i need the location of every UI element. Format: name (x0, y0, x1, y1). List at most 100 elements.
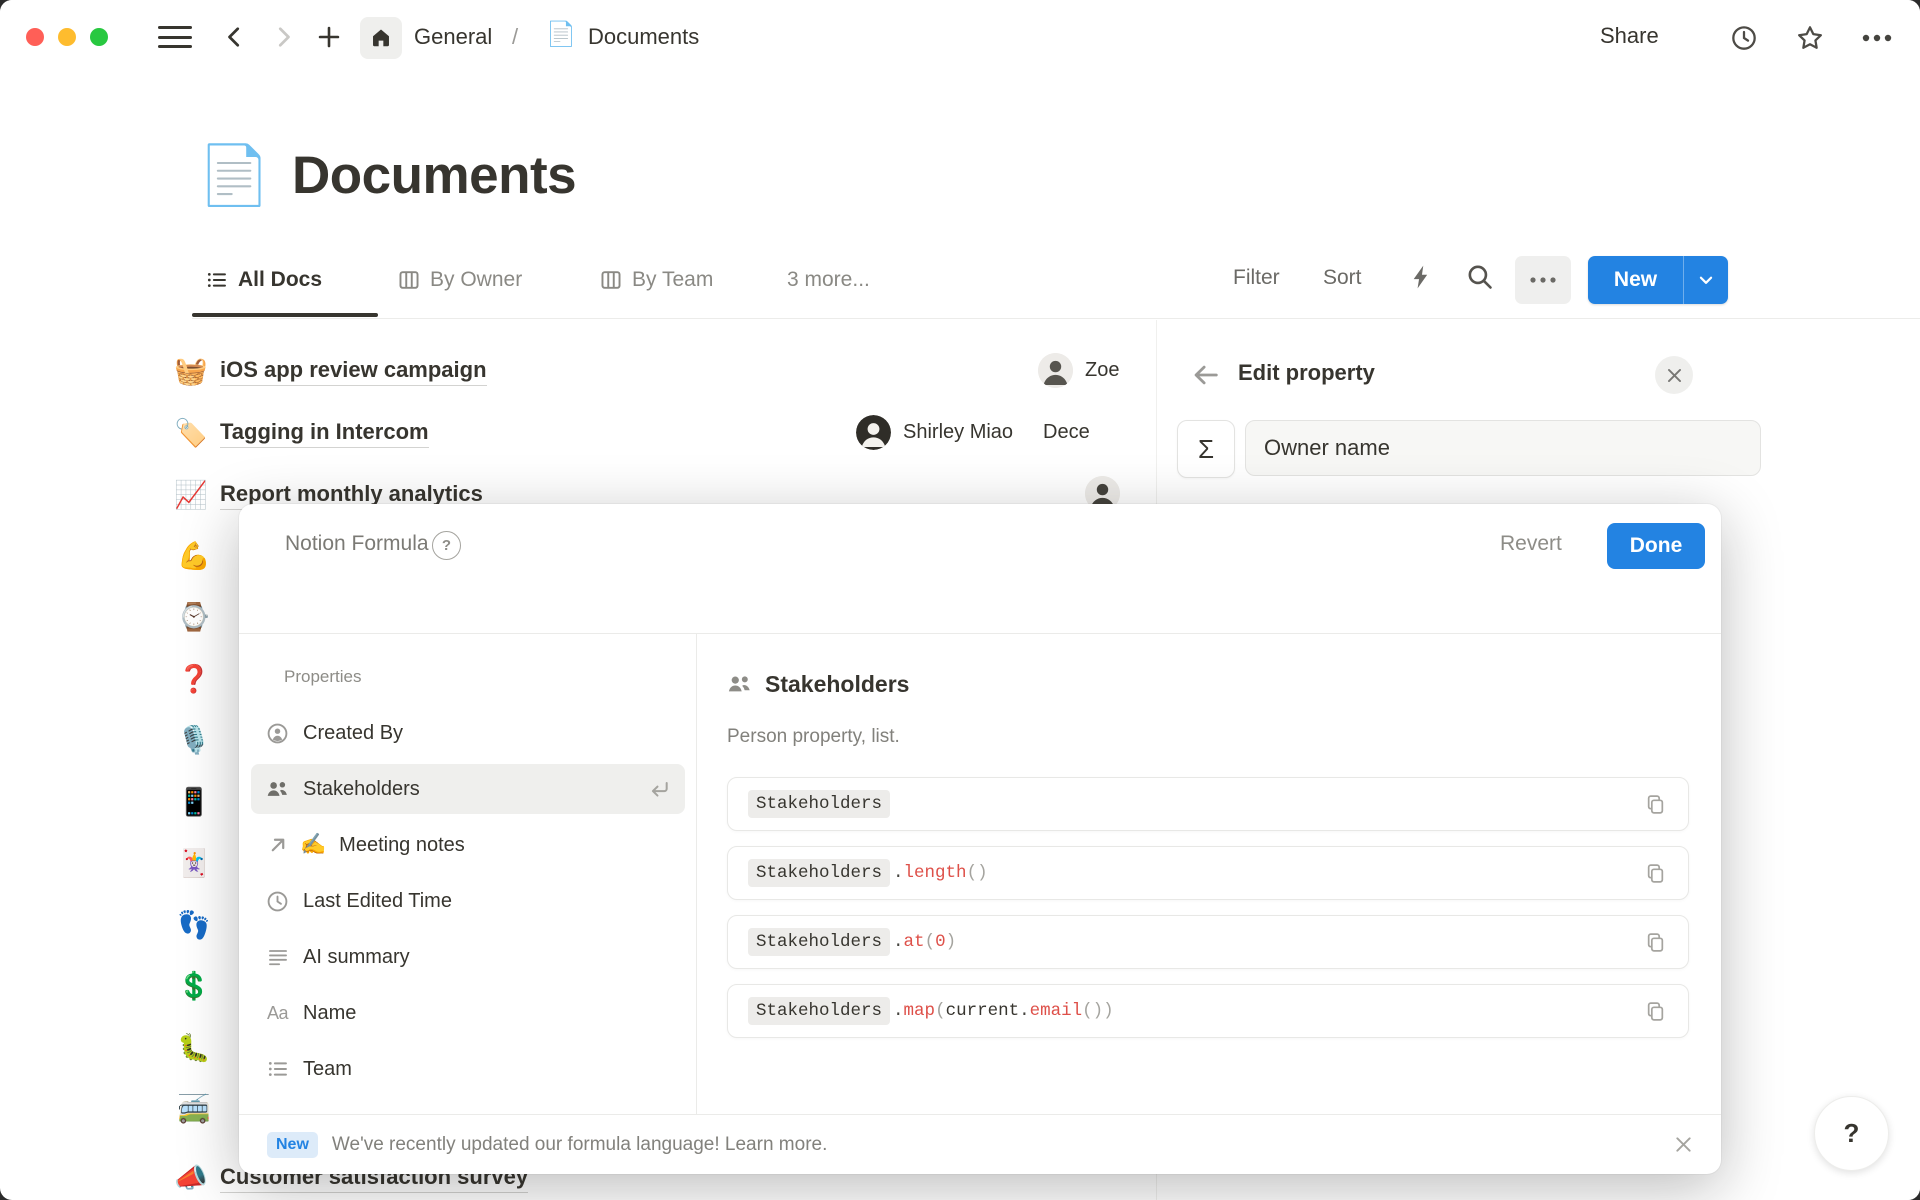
active-tab-underline (192, 313, 378, 317)
formula-example[interactable]: Stakeholders.map(current.email()) (727, 984, 1689, 1038)
formula-example[interactable]: Stakeholders.at(0) (727, 915, 1689, 969)
page-title[interactable]: Documents (292, 145, 576, 206)
more-options-icon[interactable] (1862, 34, 1892, 42)
formula-example[interactable]: Stakeholders (727, 777, 1689, 831)
property-label: Name (303, 1002, 356, 1025)
people-icon (265, 778, 290, 801)
formula-update-banner: New We've recently updated our formula l… (239, 1114, 1721, 1174)
home-icon[interactable] (360, 17, 402, 59)
traffic-light-zoom[interactable] (90, 28, 108, 46)
tab-all-docs[interactable]: All Docs (206, 268, 322, 292)
view-settings-ellipsis-icon[interactable] (1515, 256, 1571, 304)
forward-icon[interactable] (272, 24, 296, 50)
bullet-list-icon (265, 1058, 290, 1080)
property-type-sigma-button[interactable]: Σ (1177, 420, 1235, 478)
banner-message[interactable]: We've recently updated our formula langu… (332, 1134, 827, 1156)
detail-description: Person property, list. (727, 726, 900, 748)
property-item-stakeholders[interactable]: Stakeholders (251, 764, 685, 814)
person-circle-icon (265, 722, 290, 745)
table-row[interactable]: 🧺 iOS app review campaign (174, 349, 487, 393)
close-icon[interactable] (1655, 356, 1693, 394)
row-title[interactable]: Tagging in Intercom (220, 419, 429, 448)
share-button[interactable]: Share (1600, 23, 1659, 49)
row-emoji[interactable]: 👣 (174, 894, 214, 956)
copy-icon[interactable] (1645, 1001, 1666, 1022)
property-label: Meeting notes (339, 834, 465, 857)
row-emoji: 🏷️ (174, 417, 208, 449)
copy-icon[interactable] (1645, 863, 1666, 884)
bullet-list-icon (206, 269, 228, 291)
properties-heading: Properties (284, 667, 361, 687)
tab-label: By Owner (430, 268, 522, 292)
property-item-team[interactable]: Team (251, 1044, 685, 1094)
view-bar-divider (192, 318, 1920, 319)
favorite-star-icon[interactable] (1796, 24, 1824, 52)
aa-icon: Aa (265, 1003, 290, 1024)
property-item-meeting-notes[interactable]: ✍️Meeting notes (251, 820, 685, 870)
row-emoji[interactable]: 🐛 (174, 1017, 214, 1079)
tab-by-team[interactable]: 3 more... By Team (600, 268, 713, 292)
tab-label: All Docs (238, 268, 322, 292)
property-item-created-by[interactable]: Created By (251, 708, 685, 758)
row-emoji[interactable]: ⌚ (174, 587, 214, 649)
traffic-light-minimize[interactable] (58, 28, 76, 46)
new-tab-plus-icon[interactable] (316, 24, 342, 50)
traffic-light-close[interactable] (26, 28, 44, 46)
row-emoji: 📈 (174, 479, 208, 511)
breadcrumb-page[interactable]: Documents (588, 24, 699, 50)
person-cell[interactable]: Shirley Miao Dece (856, 415, 1090, 450)
new-button[interactable]: New (1588, 256, 1728, 304)
property-item-last-edited-time[interactable]: Last Edited Time (251, 876, 685, 926)
chevron-down-icon[interactable] (1684, 271, 1728, 289)
search-icon[interactable] (1466, 263, 1494, 291)
history-clock-icon[interactable] (1730, 24, 1758, 52)
revert-button[interactable]: Revert (1500, 532, 1562, 556)
property-name-input[interactable]: Owner name (1245, 420, 1761, 476)
formula-example[interactable]: Stakeholders.length() (727, 846, 1689, 900)
back-icon[interactable] (222, 24, 246, 50)
tab-more-views[interactable]: 3 more... (787, 268, 870, 292)
row-emoji[interactable]: 🚎 (174, 1079, 214, 1141)
tab-label: 3 more... (787, 268, 870, 292)
row-emoji[interactable]: 🎙️ (174, 710, 214, 772)
row-emoji[interactable]: ❓ (174, 648, 214, 710)
board-icon (600, 269, 622, 291)
row-emoji: 🧺 (174, 355, 208, 387)
breadcrumb-root[interactable]: General (414, 24, 492, 50)
row-emoji[interactable]: 📱 (174, 771, 214, 833)
person-name: Shirley Miao (903, 421, 1013, 444)
person-cell[interactable]: Zoe (1038, 353, 1119, 388)
close-icon[interactable] (1674, 1135, 1693, 1154)
avatar (856, 415, 891, 450)
sidebar-menu-icon[interactable] (158, 26, 192, 48)
automation-bolt-icon[interactable] (1408, 264, 1434, 290)
page-icon[interactable]: 📄 (198, 136, 270, 216)
row-emoji[interactable]: 💲 (174, 956, 214, 1018)
row-emoji[interactable]: 🃏 (174, 833, 214, 895)
tab-label: By Team (632, 268, 713, 292)
tab-by-owner[interactable]: By Owner (398, 268, 522, 292)
row-emoji[interactable]: 💪 (174, 525, 214, 587)
date-cell: Dece (1043, 421, 1090, 444)
sort-button[interactable]: Sort (1323, 266, 1362, 290)
copy-icon[interactable] (1645, 932, 1666, 953)
breadcrumb-separator: / (512, 24, 518, 50)
board-icon (398, 269, 420, 291)
property-item-ai-summary[interactable]: AI summary (251, 932, 685, 982)
detail-title: Stakeholders (765, 671, 909, 698)
breadcrumb-page-emoji: 📄 (546, 20, 576, 49)
property-item-name[interactable]: Aa Name (251, 988, 685, 1038)
help-button[interactable]: ? (1814, 1096, 1889, 1171)
filter-button[interactable]: Filter (1233, 266, 1280, 290)
property-label: AI summary (303, 946, 410, 969)
property-label: Created By (303, 722, 403, 745)
table-row[interactable]: 🏷️ Tagging in Intercom (174, 411, 429, 455)
formula-code: Stakeholders.at(0) (748, 928, 956, 956)
formula-help-icon[interactable]: ? (432, 531, 461, 560)
copy-icon[interactable] (1645, 794, 1666, 815)
row-title[interactable]: iOS app review campaign (220, 357, 487, 386)
done-button[interactable]: Done (1607, 523, 1705, 569)
formula-code: Stakeholders (748, 790, 893, 818)
property-label: Last Edited Time (303, 890, 452, 913)
back-arrow-icon[interactable] (1191, 360, 1221, 390)
